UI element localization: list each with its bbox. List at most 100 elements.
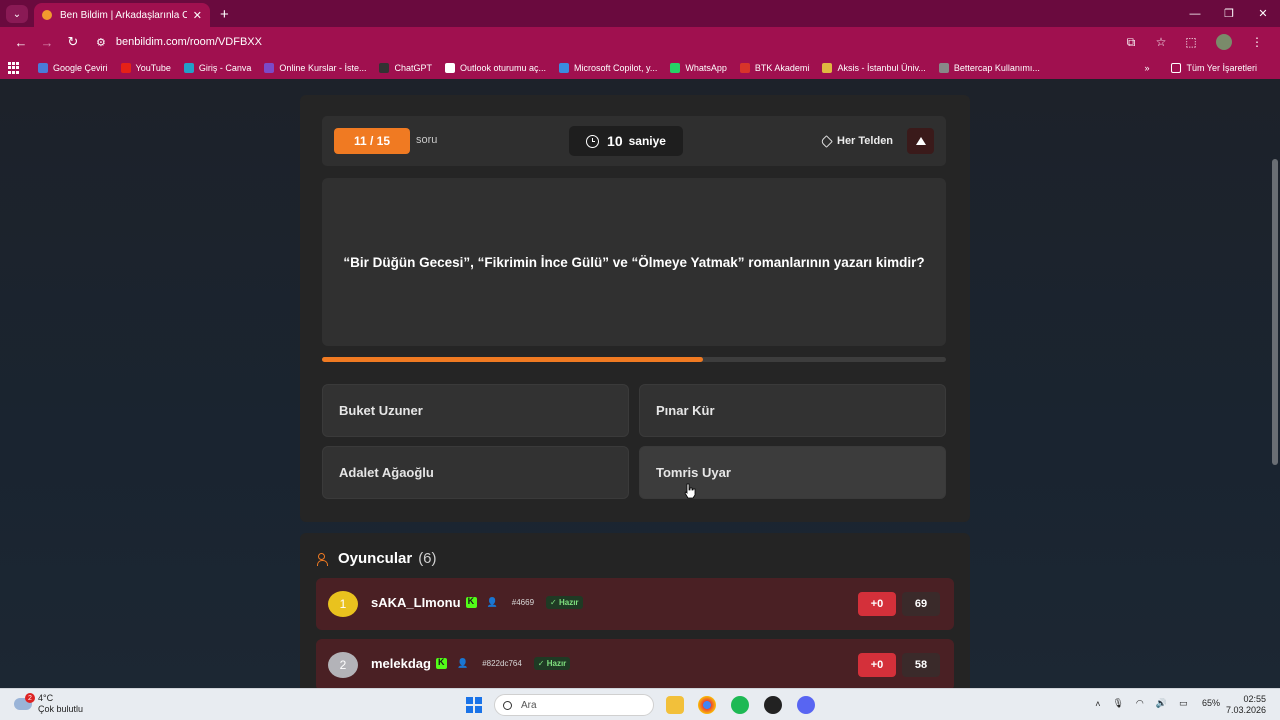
search-placeholder: Ara: [521, 699, 537, 711]
microphone-icon[interactable]: 🎙: [1112, 698, 1123, 709]
bookmark-item[interactable]: Google Çeviri: [38, 63, 108, 73]
windows-taskbar: 2 4°C Çok bulutlu Ara ˄ 🎙 ◠ 🔊 ▭ 65% 02:5…: [0, 688, 1280, 720]
more-bookmarks-icon[interactable]: »: [1144, 63, 1149, 73]
score-delta: +0: [858, 653, 896, 677]
browser-toolbar: ← → ↻ ⚙ benbildim.com/room/VDFBXX ⧉ ☆ ⬚ …: [0, 27, 1280, 57]
bookmark-item[interactable]: Bettercap Kullanımı...: [938, 63, 1040, 73]
minimize-icon[interactable]: —: [1178, 0, 1212, 27]
warning-icon: [915, 137, 926, 145]
bookmark-favicon-icon: [120, 63, 131, 73]
app-icon[interactable]: [764, 696, 782, 714]
bookmark-favicon-icon: [822, 63, 833, 73]
notification-badge: 2: [25, 693, 35, 703]
volume-icon[interactable]: 🔊: [1156, 698, 1167, 709]
bookmark-item[interactable]: BTK Akademi: [739, 63, 809, 73]
question-label: soru: [416, 134, 438, 146]
url-text: benbildim.com/room/VDFBXX: [115, 36, 262, 48]
all-bookmarks-folder[interactable]: Tüm Yer İşaretleri: [1171, 63, 1257, 73]
player-tag: #822dc764: [482, 659, 522, 668]
wifi-icon[interactable]: ◠: [1136, 698, 1144, 709]
install-app-icon[interactable]: ⧉: [1116, 35, 1146, 50]
player-score: 69: [902, 592, 940, 616]
bookmark-favicon-icon: [938, 63, 949, 73]
page-scrollbar[interactable]: [1272, 159, 1278, 465]
users-icon: [317, 552, 331, 566]
category-label: Her Telden: [837, 135, 894, 147]
answer-option-1[interactable]: Buket Uzuner: [322, 384, 629, 437]
chrome-icon[interactable]: [698, 696, 716, 714]
ready-badge: ✓ Hazır: [546, 596, 583, 609]
bookmark-item[interactable]: WhatsApp: [670, 63, 727, 73]
file-explorer-icon[interactable]: [666, 696, 684, 714]
cloud-icon: 2: [14, 693, 35, 710]
answer-option-3[interactable]: Adalet Ağaoğlu: [322, 446, 629, 499]
player-row: 2 melekdag 👤 #822dc764 ✓ Hazır +0 58: [316, 639, 954, 688]
start-button-icon[interactable]: [466, 697, 482, 713]
bookmark-item[interactable]: ChatGPT: [379, 63, 432, 73]
apps-grid-icon[interactable]: [8, 62, 20, 74]
players-header: Oyuncular (6): [317, 550, 437, 567]
hand-cursor-icon: [684, 483, 696, 499]
weather-desc: Çok bulutlu: [38, 704, 84, 714]
bookmark-item[interactable]: Aksis - İstanbul Üniv...: [822, 63, 926, 73]
window-controls: — ❐ ✕: [1178, 0, 1280, 27]
close-tab-icon[interactable]: ✕: [193, 9, 202, 22]
profile-avatar[interactable]: [1216, 34, 1232, 50]
bookmark-item[interactable]: YouTube: [120, 63, 171, 73]
browser-menu-icon[interactable]: ⋮: [1242, 35, 1272, 49]
player-rank: 2: [328, 652, 358, 678]
system-tray: ˄ 🎙 ◠ 🔊 ▭ 65%: [1083, 698, 1220, 709]
timer-unit: saniye: [628, 134, 666, 148]
spotify-icon[interactable]: [731, 696, 749, 714]
site-favicon-icon: [42, 10, 52, 20]
folder-icon: [1171, 63, 1182, 73]
back-icon[interactable]: ←: [8, 35, 34, 50]
date-text: 7.03.2026: [1225, 705, 1266, 715]
score-delta: +0: [858, 592, 896, 616]
chevron-up-icon[interactable]: ˄: [1095, 699, 1100, 709]
restore-icon[interactable]: ❐: [1212, 0, 1246, 27]
bookmark-favicon-icon: [38, 63, 48, 73]
game-card: 11 / 15 soru 10 saniye Her Telden “Bir D…: [300, 95, 970, 522]
player-tag: #4669: [511, 598, 535, 607]
tab-search-button[interactable]: ⌄: [6, 5, 28, 23]
bookmark-item[interactable]: Microsoft Copilot, y...: [559, 63, 657, 73]
bookmarks-bar: Google Çeviri YouTube Giriş - Canva Online …: [0, 57, 1280, 79]
extensions-icon[interactable]: ⬚: [1176, 35, 1206, 49]
players-panel: Oyuncular (6) 1 sAKA_LImonu 👤 #4669 ✓ Ha…: [300, 533, 970, 688]
player-row: 1 sAKA_LImonu 👤 #4669 ✓ Hazır +0 69: [316, 578, 954, 630]
close-window-icon[interactable]: ✕: [1246, 0, 1280, 27]
kick-logo-icon: [435, 657, 447, 669]
bookmark-favicon-icon: [444, 63, 455, 73]
battery-icon[interactable]: ▭ 65%: [1179, 698, 1220, 709]
bookmark-favicon-icon: [264, 63, 275, 73]
weather-widget[interactable]: 2 4°C Çok bulutlu: [14, 693, 83, 715]
ready-badge: ✓ Hazır: [533, 657, 571, 670]
player-score: 58: [902, 653, 940, 677]
bookmark-item[interactable]: Online Kurslar - İste...: [264, 63, 366, 73]
new-tab-button[interactable]: +: [220, 6, 229, 23]
search-icon: [503, 700, 512, 710]
clock-icon: [586, 134, 600, 148]
weather-temp: 4°C: [38, 693, 54, 703]
site-info-icon[interactable]: ⚙: [96, 36, 106, 49]
add-friend-icon[interactable]: 👤: [457, 658, 468, 669]
bookmark-favicon-icon: [183, 63, 194, 73]
add-friend-icon[interactable]: 👤: [487, 597, 498, 608]
taskbar-search[interactable]: Ara: [494, 694, 654, 716]
bookmark-item[interactable]: Giriş - Canva: [183, 63, 251, 73]
bookmark-favicon-icon: [379, 63, 390, 73]
answer-option-2[interactable]: Pınar Kür: [639, 384, 946, 437]
address-bar[interactable]: ⚙ benbildim.com/room/VDFBXX: [96, 30, 1116, 54]
active-tab[interactable]: Ben Bildim | Arkadaşlarınla Onli ✕: [34, 3, 210, 27]
tab-strip: ⌄ Ben Bildim | Arkadaşlarınla Onli ✕ + —…: [0, 0, 1280, 27]
report-question-button[interactable]: [907, 128, 934, 154]
bookmark-star-icon[interactable]: ☆: [1146, 35, 1176, 49]
discord-icon[interactable]: [797, 696, 815, 714]
tab-title: Ben Bildim | Arkadaşlarınla Onli: [60, 9, 187, 21]
reload-icon[interactable]: ↻: [60, 34, 86, 50]
bookmark-item[interactable]: Outlook oturumu aç...: [444, 63, 546, 73]
taskbar-clock[interactable]: 02:55 7.03.2026: [1226, 694, 1266, 716]
forward-icon[interactable]: →: [34, 35, 60, 50]
time-text: 02:55: [1243, 694, 1266, 704]
